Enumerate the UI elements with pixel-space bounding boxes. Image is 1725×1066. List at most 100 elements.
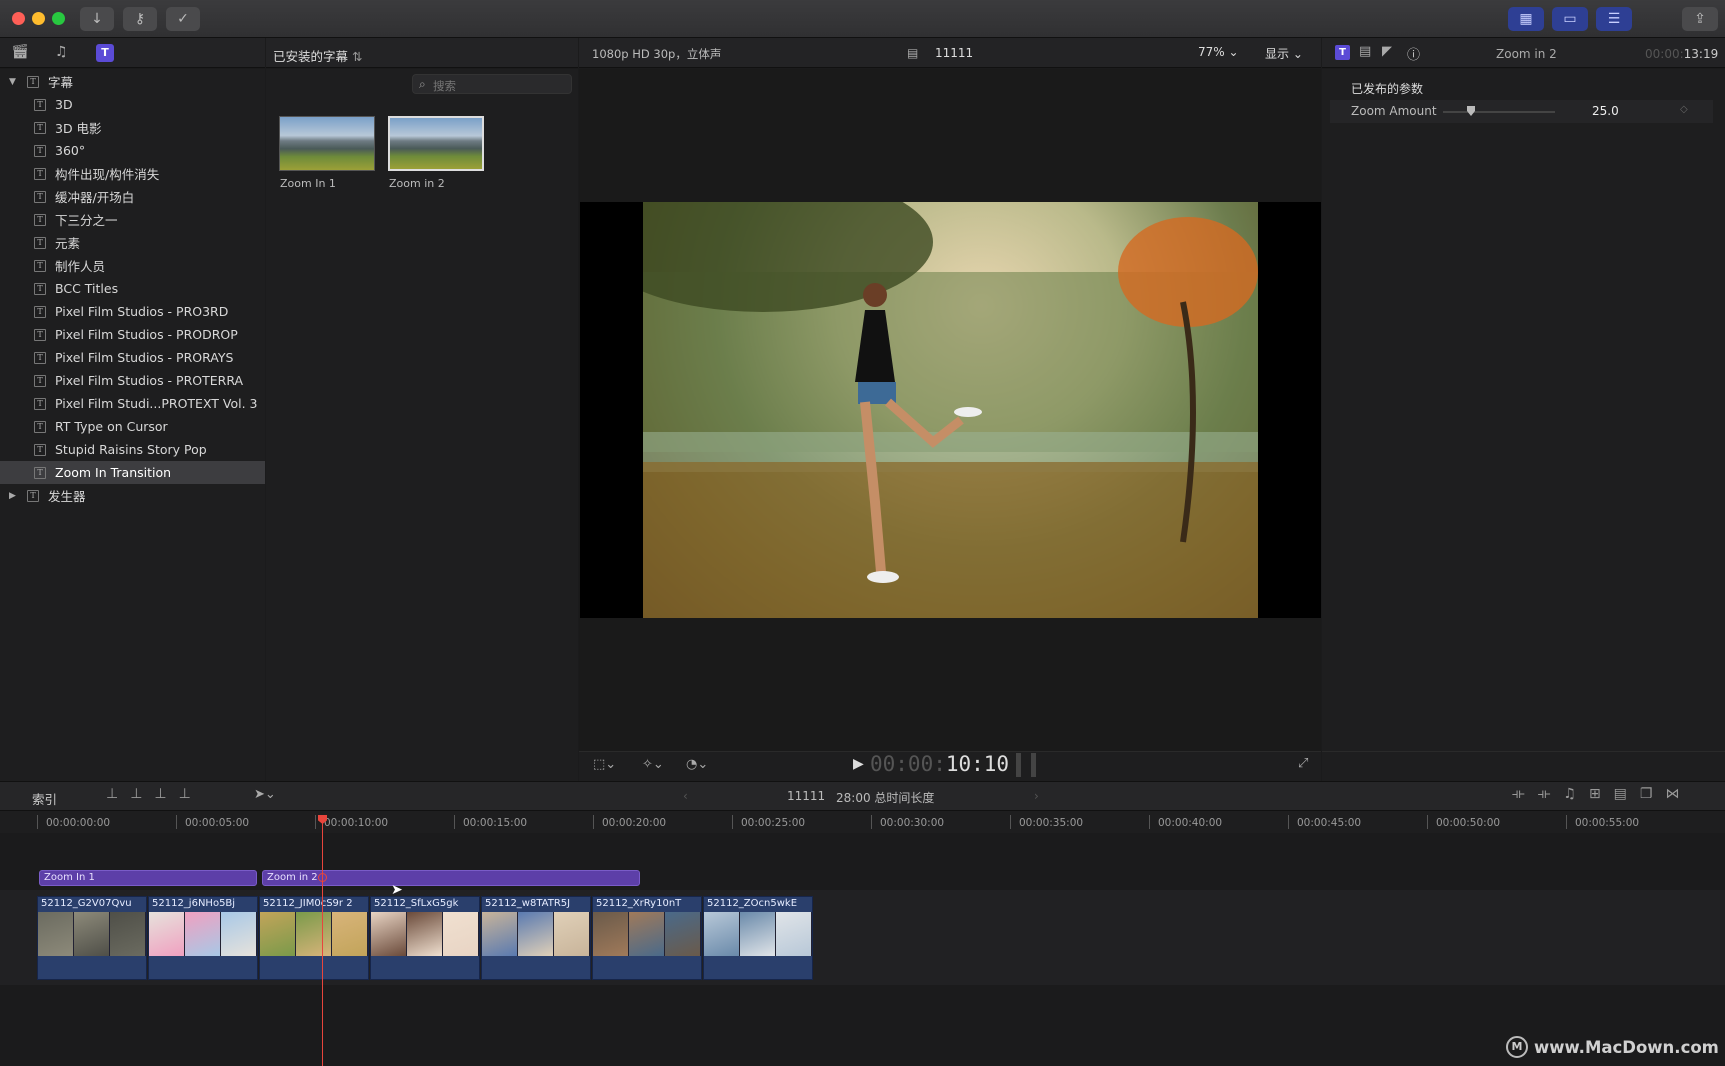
- import-button[interactable]: ↓: [80, 7, 114, 31]
- sidebar-item-label: BCC Titles: [55, 281, 119, 296]
- show-timeline-button[interactable]: ▭: [1552, 7, 1588, 31]
- color-inspector-tab[interactable]: ◤: [1382, 44, 1392, 59]
- zoom-amount-value[interactable]: 25.0: [1592, 104, 1619, 118]
- sidebar-item[interactable]: T Pixel Film Studios - PROTERRA: [0, 369, 265, 392]
- back-arrow-button[interactable]: ‹: [683, 789, 688, 803]
- edit-buttons[interactable]: ⊥⊥⊥⊥: [106, 786, 203, 802]
- share-button[interactable]: ⇪: [1682, 7, 1718, 31]
- append-clip-icon[interactable]: ⊥: [154, 786, 178, 802]
- video-clip[interactable]: 52112_SfLxG5gk: [370, 896, 480, 980]
- chevron-down-icon: ⌄: [1292, 47, 1303, 61]
- sidebar-item[interactable]: T 缓冲器/开场白: [0, 185, 265, 208]
- retime-button[interactable]: ◔⌄: [686, 757, 708, 772]
- show-browser-button[interactable]: ▦: [1508, 7, 1544, 31]
- video-inspector-tab[interactable]: ▤: [1359, 44, 1371, 59]
- clip-frame: [332, 912, 368, 956]
- sidebar-item[interactable]: ▶ T 发生器: [0, 484, 265, 507]
- audio-skimming-icon[interactable]: ⟛: [1538, 786, 1564, 802]
- timecode-display[interactable]: 00:00:10:10: [870, 752, 1009, 776]
- sidebar-item[interactable]: T Pixel Film Studios - PRORAYS: [0, 346, 265, 369]
- clip-filmstrip: [482, 912, 590, 956]
- clip-appearance-icon[interactable]: ▤: [1614, 786, 1640, 802]
- share-icon: ⇪: [1694, 11, 1706, 27]
- browser-item-thumbnail[interactable]: [279, 116, 375, 171]
- titles-icon[interactable]: T: [96, 44, 114, 62]
- title-clip-label: Zoom in 2: [267, 872, 318, 883]
- effects-browser-icon[interactable]: ❐: [1640, 786, 1666, 802]
- zoom-value: 77%: [1198, 45, 1225, 59]
- sidebar-item[interactable]: T BCC Titles: [0, 277, 265, 300]
- sidebar-item[interactable]: T RT Type on Cursor: [0, 415, 265, 438]
- music-icon[interactable]: ♫: [55, 44, 68, 60]
- zoom-popup[interactable]: 77% ⌄: [1198, 45, 1239, 59]
- disclosure-open-icon[interactable]: ▼: [9, 77, 16, 87]
- enhance-tool-button[interactable]: ✧⌄: [642, 757, 664, 772]
- skimming-icon[interactable]: ⟛: [1512, 786, 1538, 802]
- insert-clip-icon[interactable]: ⊥: [130, 786, 154, 802]
- sidebar-item[interactable]: T Pixel Film Studi...PROTEXT Vol. 3: [0, 392, 265, 415]
- minimize-window-button[interactable]: [32, 12, 45, 25]
- audio-meter: [1016, 753, 1036, 777]
- video-clip[interactable]: 52112_XrRy10nT: [592, 896, 702, 980]
- sidebar-item[interactable]: T Zoom In Transition: [0, 461, 265, 484]
- zoom-amount-slider[interactable]: [1443, 111, 1555, 113]
- ruler-label: 00:00:30:00: [880, 817, 945, 829]
- sidebar-item-label: Pixel Film Studi...PROTEXT Vol. 3: [55, 396, 258, 411]
- view-popup[interactable]: 显示 ⌄: [1265, 45, 1303, 62]
- video-clip[interactable]: 52112_JIM0cS9r 2: [259, 896, 369, 980]
- headphones-icon[interactable]: ♫: [1563, 786, 1589, 802]
- crop-icon: ⬚⌄: [593, 757, 617, 772]
- ruler-tick: [1566, 815, 1567, 829]
- title-icon: T: [34, 144, 46, 157]
- sidebar-item[interactable]: T Pixel Film Studios - PRO3RD: [0, 300, 265, 323]
- tool-selector[interactable]: ➤⌄: [254, 787, 276, 802]
- sidebar-item[interactable]: T 3D 电影: [0, 116, 265, 139]
- titles-inspector-tab[interactable]: T: [1335, 45, 1350, 60]
- transitions-browser-icon[interactable]: ⋈: [1665, 786, 1692, 802]
- keyframe-button[interactable]: ◇: [1680, 104, 1688, 115]
- sidebar-item[interactable]: T 360°: [0, 139, 265, 162]
- background-tasks-button[interactable]: ✓: [166, 7, 200, 31]
- title-icon: T: [34, 236, 46, 249]
- clip-frame: [629, 912, 665, 956]
- video-clip[interactable]: 52112_w8TATR5J: [481, 896, 591, 980]
- snapping-icon[interactable]: ⊞: [1589, 786, 1614, 802]
- sidebar-item[interactable]: T Stupid Raisins Story Pop: [0, 438, 265, 461]
- connect-clip-icon[interactable]: ⊥: [106, 786, 130, 802]
- sidebar-item[interactable]: T Pixel Film Studios - PRODROP: [0, 323, 265, 346]
- overwrite-clip-icon[interactable]: ⊥: [179, 786, 203, 802]
- playhead[interactable]: [322, 816, 323, 1066]
- sidebar-item[interactable]: T 制作人员: [0, 254, 265, 277]
- play-button[interactable]: ▶: [853, 756, 864, 772]
- title-clip-zoom-in-1[interactable]: Zoom In 1: [39, 870, 257, 886]
- sidebar-item-label: 构件出现/构件消失: [55, 167, 160, 182]
- show-inspector-button[interactable]: ☰: [1596, 7, 1632, 31]
- ruler-tick: [1010, 815, 1011, 829]
- zoom-window-button[interactable]: [52, 12, 65, 25]
- video-clip[interactable]: 52112_ZOcn5wkE: [703, 896, 813, 980]
- sidebar-item[interactable]: T 3D: [0, 93, 265, 116]
- close-window-button[interactable]: [12, 12, 25, 25]
- video-frame: [643, 202, 1258, 618]
- info-inspector-tab[interactable]: ⓘ: [1407, 44, 1420, 63]
- disclosure-closed-icon[interactable]: ▶: [9, 491, 16, 501]
- video-clip[interactable]: 52112_G2V07Qvu: [37, 896, 147, 980]
- title-icon: T: [34, 121, 46, 134]
- ruler-tick: [871, 815, 872, 829]
- forward-arrow-button[interactable]: ›: [1034, 789, 1039, 803]
- index-button[interactable]: 索引: [32, 789, 57, 808]
- transform-tool-button[interactable]: ⬚⌄: [593, 757, 616, 772]
- sidebar-item[interactable]: ▼ T 字幕: [0, 70, 265, 93]
- browser-item-thumbnail-selected[interactable]: [388, 116, 484, 171]
- sidebar-item[interactable]: T 构件出现/构件消失: [0, 162, 265, 185]
- chevron-left-icon: ‹: [683, 789, 688, 803]
- sidebar-item[interactable]: T 元素: [0, 231, 265, 254]
- viewer-project-name: 11111: [935, 46, 974, 60]
- sidebar-item[interactable]: T 下三分之一: [0, 208, 265, 231]
- clapper-icon[interactable]: 🎬︎: [11, 44, 29, 60]
- keywords-button[interactable]: ⚷: [123, 7, 157, 31]
- fullscreen-button[interactable]: ⤢: [1298, 756, 1308, 771]
- filter-popup[interactable]: 已安装的字幕 ⇅: [273, 46, 362, 65]
- video-clip[interactable]: 52112_j6NHo5Bj: [148, 896, 258, 980]
- search-input[interactable]: ⌕ 搜索: [412, 74, 572, 94]
